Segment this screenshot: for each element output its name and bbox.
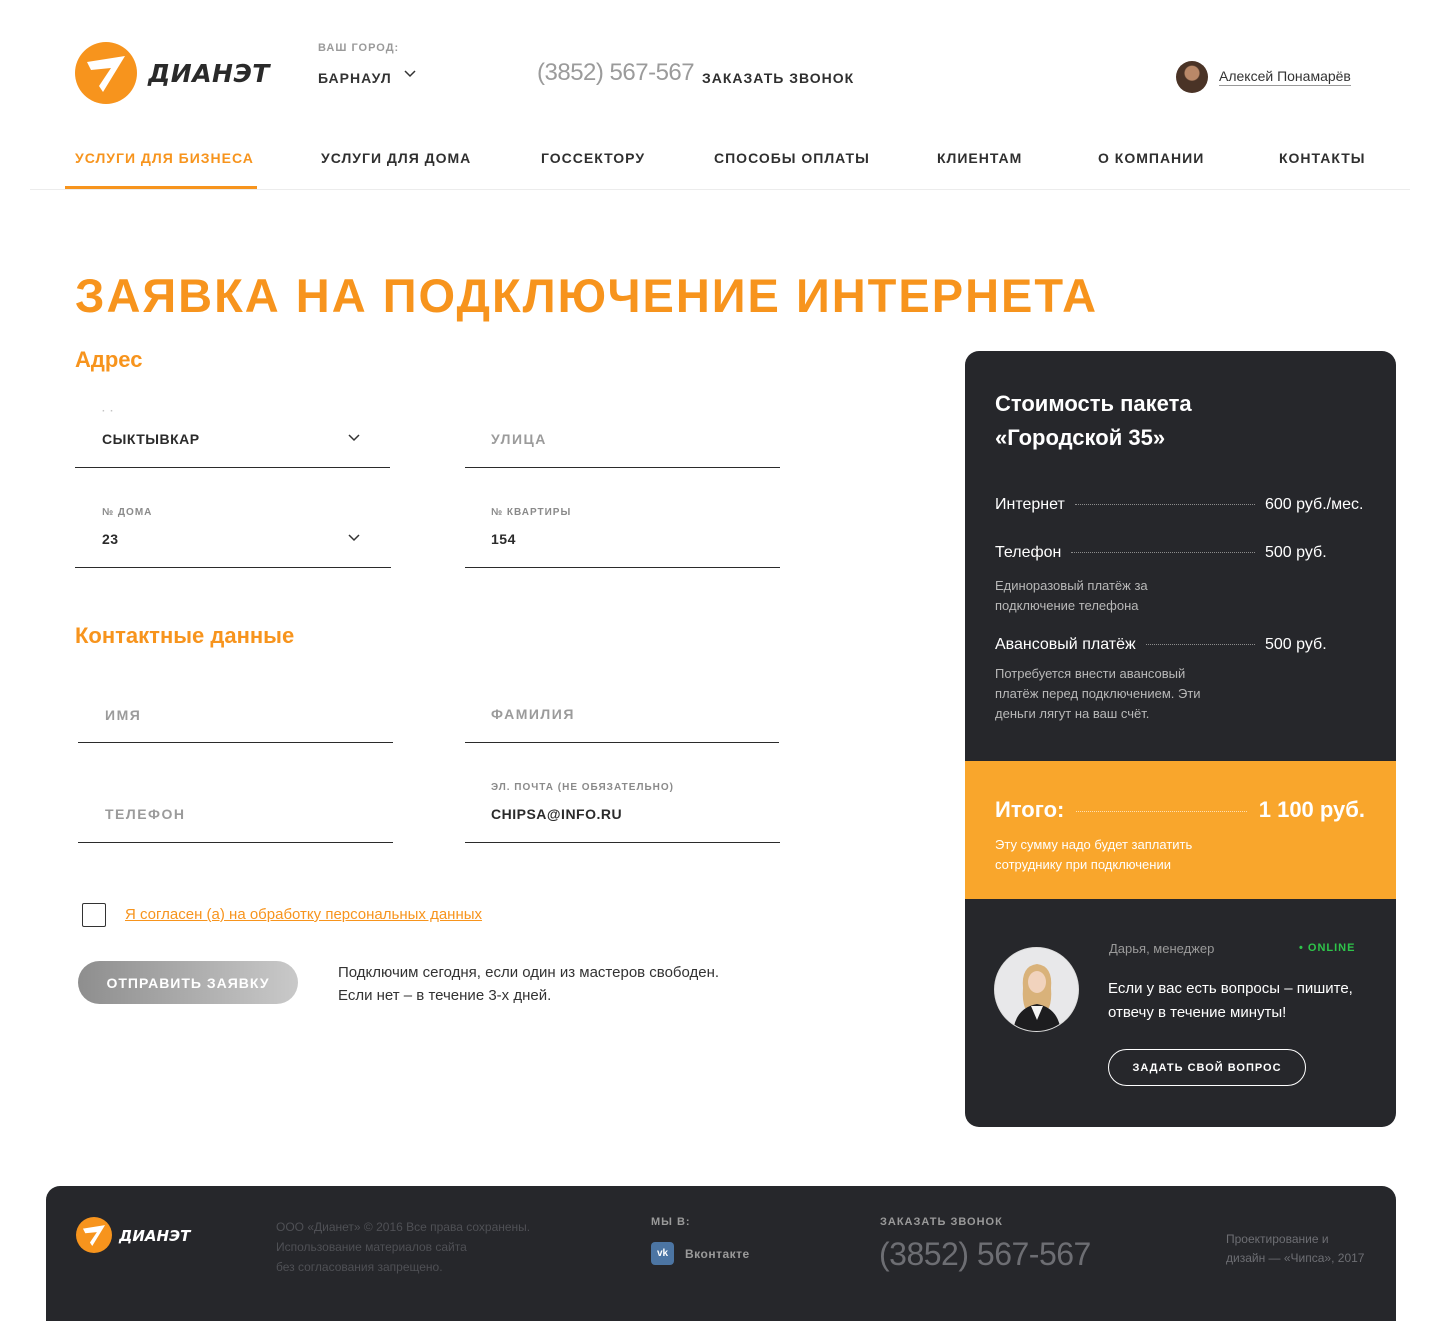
nav-item-home[interactable]: УСЛУГИ ДЛЯ ДОМА — [321, 150, 471, 166]
footer-credit-line1: Проектирование и — [1226, 1232, 1329, 1246]
footer-phone[interactable]: (3852) 567-567 — [879, 1236, 1091, 1273]
last-name-field[interactable] — [465, 741, 779, 743]
submit-note-line1: Подключим сегодня, если один из мастеров… — [338, 964, 720, 981]
online-status-badge: • ONLINE — [1299, 942, 1356, 954]
package-title: Стоимость пакета «Городской 35» — [995, 387, 1355, 455]
dotted-leader — [1071, 552, 1255, 553]
nav-item-contacts[interactable]: КОНТАКТЫ — [1279, 150, 1365, 166]
callback-link[interactable]: ЗАКАЗАТЬ ЗВОНОК — [702, 70, 854, 86]
package-title-line2: «Городской 35» — [995, 425, 1166, 450]
footer-credit: Проектирование и дизайн — «Чипса», 2017 — [1226, 1230, 1366, 1268]
total-note: Эту сумму надо будет заплатить сотрудник… — [995, 837, 1193, 872]
price-row-note: Единоразовый платёж за подключение телеф… — [995, 578, 1148, 613]
apt-field-value[interactable]: 154 — [491, 531, 516, 547]
city-field-label: · · — [102, 406, 115, 417]
nav-item-business[interactable]: УСЛУГИ ДЛЯ БИЗНЕСА — [75, 150, 254, 166]
vk-icon[interactable]: vk — [651, 1242, 674, 1265]
city-label: ВАШ ГОРОД: — [318, 42, 400, 54]
first-name-input[interactable]: ИМЯ — [105, 707, 141, 723]
consent-link[interactable]: Я согласен (а) на обработку персональных… — [125, 906, 482, 923]
chevron-down-icon[interactable] — [348, 534, 360, 542]
price-row-name: Интернет — [995, 496, 1065, 513]
footer-credit-line2: дизайн — «Чипса», 2017 — [1226, 1251, 1365, 1265]
total-label: Итого: — [995, 797, 1065, 822]
email-field-value[interactable]: CHIPSA@INFO.RU — [491, 806, 622, 822]
price-row-note: Потребуется внести авансовый платёж пере… — [995, 666, 1201, 721]
price-row-name: Авансовый платёж — [995, 636, 1136, 653]
page-title: ЗАЯВКА НА ПОДКЛЮЧЕНИЕ ИНТЕРНЕТА — [75, 269, 1099, 322]
price-row-value: 600 руб./мес. — [1265, 496, 1364, 513]
phone-input[interactable]: ТЕЛЕФОН — [105, 806, 186, 822]
submit-note: Подключим сегодня, если один из мастеров… — [338, 961, 758, 1007]
total-row: Итого: 1 100 руб. — [995, 797, 1365, 823]
logo-icon[interactable] — [76, 1217, 112, 1253]
price-row-value: 500 руб. — [1265, 636, 1327, 653]
package-card: Стоимость пакета «Городской 35» Интернет… — [965, 351, 1396, 1127]
nav-item-clients[interactable]: КЛИЕНТАМ — [937, 150, 1022, 166]
avatar[interactable] — [1176, 61, 1208, 93]
footer: ДИАНЭТ ООО «Дианет» © 2016 Все права сох… — [46, 1186, 1396, 1321]
price-row: Телефон 500 руб. — [995, 544, 1367, 562]
footer-copy-line1: ООО «Дианет» © 2016 Все права сохранены. — [276, 1220, 531, 1234]
price-row: Интернет 600 руб./мес. — [995, 496, 1367, 514]
footer-copy-line2: Использование материалов сайта — [276, 1240, 467, 1254]
chevron-down-icon[interactable] — [404, 70, 416, 78]
contacts-heading: Контактные данные — [75, 623, 295, 648]
email-field[interactable] — [465, 841, 780, 843]
street-field[interactable] — [465, 466, 780, 468]
footer-copy-line3: без согласования запрещено. — [276, 1260, 443, 1274]
price-row: Авансовый платёж 500 руб. — [995, 636, 1367, 654]
manager-message: Если у вас есть вопросы – пишите, отвечу… — [1108, 980, 1353, 1021]
submit-button[interactable]: ОТПРАВИТЬ ЗАЯВКУ — [78, 961, 298, 1004]
address-heading: Адрес — [75, 347, 143, 372]
nav-item-payment[interactable]: СПОСОБЫ ОПЛАТЫ — [714, 150, 870, 166]
logo-icon[interactable] — [75, 42, 137, 104]
price-row-value: 500 руб. — [1265, 544, 1327, 561]
city-field-value[interactable]: СЫКТЫВКАР — [102, 431, 200, 447]
house-field-label: № ДОМА — [102, 507, 153, 518]
footer-logo-text[interactable]: ДИАНЭТ — [119, 1227, 190, 1245]
manager-name: Дарья, менеджер — [1109, 941, 1215, 956]
package-title-line1: Стоимость пакета — [995, 391, 1192, 416]
price-row-name: Телефон — [995, 544, 1062, 561]
dotted-leader — [1076, 811, 1247, 812]
social-label: МЫ В: — [651, 1216, 691, 1228]
email-field-label: ЭЛ. ПОЧТА (НЕ ОБЯЗАТЕЛЬНО) — [491, 782, 674, 793]
city-field[interactable] — [75, 466, 390, 468]
total-value: 1 100 руб. — [1258, 797, 1365, 822]
chevron-down-icon[interactable] — [348, 434, 360, 442]
footer-callback-link[interactable]: ЗАКАЗАТЬ ЗВОНОК — [880, 1216, 1003, 1228]
consent-checkbox[interactable] — [82, 903, 106, 927]
dotted-leader — [1074, 504, 1255, 505]
submit-note-line2: Если нет – в течение 3-х дней. — [338, 987, 552, 1004]
city-select[interactable]: БАРНАУЛ — [318, 70, 392, 86]
first-name-field[interactable] — [78, 741, 393, 743]
manager-avatar — [994, 947, 1079, 1032]
main-nav: УСЛУГИ ДЛЯ БИЗНЕСА УСЛУГИ ДЛЯ ДОМА ГОССЕ… — [30, 130, 1410, 190]
phone-field[interactable] — [78, 841, 393, 843]
street-input[interactable]: УЛИЦА — [491, 431, 547, 447]
apt-field-label: № КВАРТИРЫ — [491, 507, 572, 518]
total-box: Итого: 1 100 руб. Эту сумму надо будет з… — [965, 761, 1396, 899]
house-field[interactable] — [75, 566, 391, 568]
dotted-leader — [1145, 644, 1255, 645]
house-field-value[interactable]: 23 — [102, 531, 119, 547]
nav-item-government[interactable]: ГОССЕКТОРУ — [541, 150, 645, 166]
last-name-input[interactable]: ФАМИЛИЯ — [491, 706, 575, 722]
logo-text[interactable]: ДИАНЭТ — [148, 59, 270, 88]
vk-link[interactable]: Вконтакте — [685, 1247, 750, 1261]
apt-field[interactable] — [465, 566, 780, 568]
ask-question-button[interactable]: ЗАДАТЬ СВОЙ ВОПРОС — [1108, 1049, 1306, 1086]
nav-active-indicator — [65, 186, 257, 189]
header-phone[interactable]: (3852) 567-567 — [537, 59, 695, 87]
nav-item-about[interactable]: О КОМПАНИИ — [1098, 150, 1204, 166]
footer-copyright: ООО «Дианет» © 2016 Все права сохранены.… — [276, 1217, 536, 1277]
user-name-link[interactable]: Алексей Понамарёв — [1219, 68, 1351, 86]
